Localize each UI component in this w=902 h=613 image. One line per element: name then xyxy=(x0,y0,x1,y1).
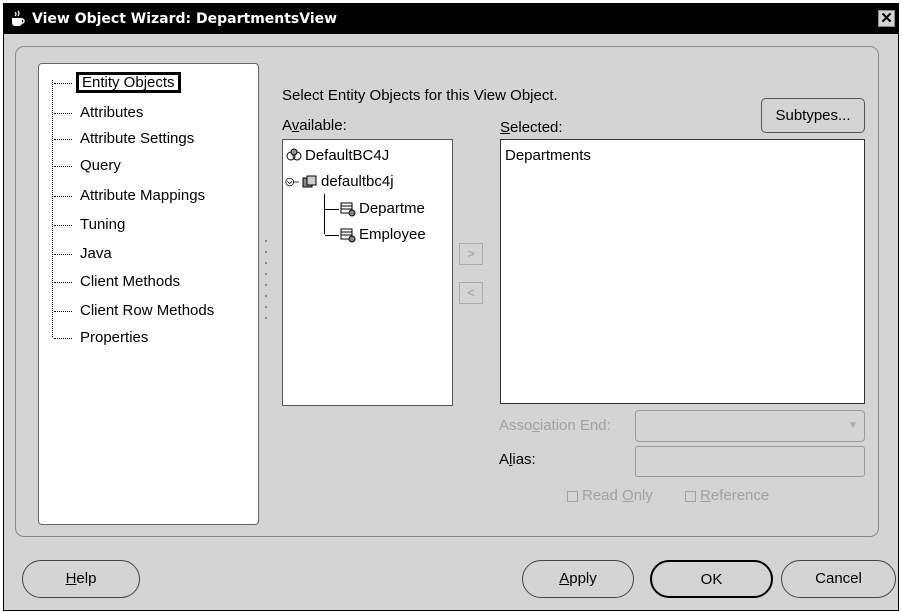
add-button[interactable]: > xyxy=(459,243,483,265)
title-bar[interactable]: View Object Wizard: DepartmentsView ✕ xyxy=(4,4,898,34)
entity-object-icon xyxy=(340,228,356,243)
list-item[interactable]: Departments xyxy=(505,146,591,166)
checkbox-icon xyxy=(567,490,578,502)
tree-node-entity[interactable]: Departme xyxy=(325,199,425,219)
window-title: View Object Wizard: DepartmentsView xyxy=(32,11,338,27)
nav-item-attribute-mappings[interactable]: Attribute Mappings xyxy=(54,187,209,207)
association-end-select[interactable]: ▼ xyxy=(635,410,865,442)
close-button[interactable]: ✕ xyxy=(878,10,895,27)
tree-node-root[interactable]: DefaultBC4J xyxy=(285,146,389,166)
nav-item-query[interactable]: Query xyxy=(54,157,125,177)
coffee-cup-icon xyxy=(12,10,25,26)
available-label: Available: xyxy=(282,117,347,134)
nav-item-entity-objects[interactable]: Entity Objects xyxy=(54,72,181,94)
nav-item-label: Entity Objects xyxy=(76,72,181,93)
entity-object-icon xyxy=(340,202,356,217)
collapse-toggle-icon xyxy=(285,177,299,187)
nav-item-label: Attribute Settings xyxy=(80,130,195,147)
nav-item-label: Client Row Methods xyxy=(80,302,215,319)
tree-node-label: defaultbc4j xyxy=(321,173,394,190)
selected-list[interactable]: Departments xyxy=(500,139,865,404)
instruction-text: Select Entity Objects for this View Obje… xyxy=(282,87,558,104)
tree-node-label: Employee xyxy=(359,226,426,243)
dropdown-arrow-icon: ▼ xyxy=(848,420,858,431)
alias-input[interactable] xyxy=(635,446,865,477)
read-only-checkbox[interactable]: Read Only xyxy=(567,487,653,504)
chevron-right-icon: > xyxy=(467,246,475,261)
panel-splitter[interactable] xyxy=(264,240,268,340)
help-button[interactable]: Help xyxy=(22,560,140,598)
nav-item-label: Tuning xyxy=(80,216,126,233)
close-icon: ✕ xyxy=(880,10,893,27)
nav-item-attribute-settings[interactable]: Attribute Settings xyxy=(54,130,198,150)
connection-icon xyxy=(286,148,302,161)
nav-item-label: Client Methods xyxy=(80,273,181,290)
subtypes-button[interactable]: Subtypes... xyxy=(761,98,865,133)
selected-label: Selected: xyxy=(500,119,563,136)
nav-item-client-methods[interactable]: Client Methods xyxy=(54,273,184,293)
nav-item-java[interactable]: Java xyxy=(54,245,116,265)
nav-item-label: Query xyxy=(80,157,121,174)
association-end-label: Association End: xyxy=(499,417,611,434)
tree-node-package[interactable]: defaultbc4j xyxy=(285,172,394,192)
nav-item-attributes[interactable]: Attributes xyxy=(54,104,147,124)
tree-node-entity[interactable]: Employee xyxy=(325,225,426,245)
package-icon xyxy=(302,175,317,188)
nav-item-label: Java xyxy=(80,245,112,262)
available-list[interactable]: DefaultBC4J defaultbc4j Departme Employe… xyxy=(282,139,453,406)
chevron-left-icon: < xyxy=(467,285,475,300)
tree-node-label: Departme xyxy=(359,200,425,217)
cancel-button[interactable]: Cancel xyxy=(781,560,896,598)
nav-item-label: Attribute Mappings xyxy=(80,187,206,204)
checkbox-icon xyxy=(685,490,696,502)
reference-checkbox[interactable]: Reference xyxy=(685,487,769,504)
alias-label: Alias: xyxy=(499,451,536,468)
nav-item-label: Properties xyxy=(80,329,149,346)
tree-node-label: DefaultBC4J xyxy=(305,147,390,164)
apply-button[interactable]: Apply xyxy=(522,560,634,598)
nav-item-tuning[interactable]: Tuning xyxy=(54,216,129,236)
nav-item-label: Attributes xyxy=(80,104,144,121)
ok-button[interactable]: OK xyxy=(650,560,773,598)
nav-item-client-row-methods[interactable]: Client Row Methods xyxy=(54,302,218,322)
remove-button[interactable]: < xyxy=(459,282,483,304)
nav-item-properties[interactable]: Properties xyxy=(54,329,152,349)
